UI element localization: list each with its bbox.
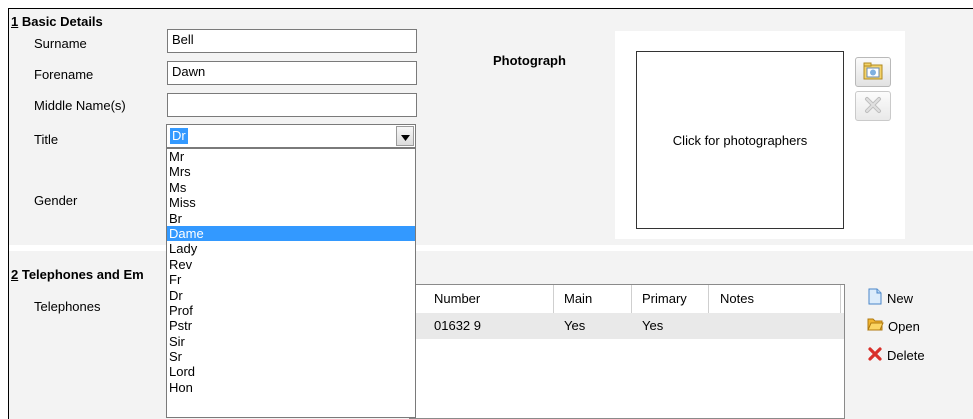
column-header-main[interactable]: Main: [564, 291, 592, 306]
title-label: Title: [34, 132, 59, 147]
photo-placeholder-text: Click for photographers: [672, 132, 808, 148]
new-document-icon: [867, 288, 883, 308]
surname-field[interactable]: Bell: [167, 29, 417, 53]
column-divider: [631, 285, 632, 313]
form-panel: 1 Basic Details Surname Bell Forename Da…: [8, 8, 973, 419]
open-folder-icon: [867, 317, 884, 335]
new-label: New: [887, 290, 914, 306]
middle-name-field[interactable]: [167, 93, 417, 117]
title-option[interactable]: Dame: [167, 225, 415, 242]
title-dropdown-button[interactable]: [396, 126, 414, 146]
title-option[interactable]: Br: [167, 211, 415, 226]
cell-main: Yes: [564, 318, 586, 333]
delete-button[interactable]: Delete: [867, 346, 925, 365]
table-row[interactable]: 01632 9 Yes Yes: [410, 313, 844, 339]
title-option[interactable]: Sr: [167, 349, 415, 364]
delete-x-icon: [867, 346, 883, 365]
load-photo-button[interactable]: [855, 57, 891, 87]
cell-primary: Yes: [642, 318, 664, 333]
new-button[interactable]: New: [867, 288, 913, 308]
gender-label: Gender: [34, 193, 78, 208]
column-divider: [840, 285, 841, 313]
title-option[interactable]: Fr: [167, 272, 415, 287]
section-separator: [9, 245, 973, 251]
title-option[interactable]: Prof: [167, 303, 415, 318]
photo-box[interactable]: Click for photographers: [636, 51, 844, 229]
delete-label: Delete: [887, 348, 925, 363]
section-telephones-title[interactable]: 2 Telephones and Em: [11, 267, 144, 282]
section-basic-details-title[interactable]: 1 Basic Details: [11, 14, 103, 29]
title-select[interactable]: Dr: [166, 124, 416, 148]
title-option[interactable]: Lord: [167, 364, 415, 379]
column-divider: [553, 285, 554, 313]
forename-field[interactable]: Dawn: [167, 61, 417, 85]
chevron-down-icon: [400, 129, 410, 144]
column-divider: [708, 285, 709, 313]
title-option[interactable]: Lady: [167, 241, 415, 256]
title-option[interactable]: Hon: [167, 380, 415, 395]
title-option[interactable]: Sir: [167, 334, 415, 349]
middle-name-label: Middle Name(s): [34, 98, 126, 113]
photograph-label: Photograph: [493, 53, 566, 68]
title-selected-value: Dr: [170, 128, 188, 144]
title-option[interactable]: Dr: [167, 288, 415, 303]
title-dropdown-list[interactable]: Mr Mrs Ms Miss Br Dame Lady Rev Fr Dr Prof Pstr Sir S…: [166, 148, 416, 418]
title-option[interactable]: Pstr: [167, 318, 415, 333]
surname-label: Surname: [34, 36, 87, 51]
clear-photo-button[interactable]: [855, 91, 891, 121]
column-header-primary[interactable]: Primary: [642, 291, 687, 306]
cell-number: 01632 9: [434, 318, 481, 333]
open-button[interactable]: Open: [867, 317, 920, 335]
open-label: Open: [888, 318, 920, 334]
title-option[interactable]: Mrs: [167, 164, 415, 179]
clear-x-icon: [864, 96, 882, 117]
title-option[interactable]: Miss: [167, 195, 415, 210]
telephones-label: Telephones: [34, 299, 101, 314]
column-header-notes[interactable]: Notes: [720, 291, 754, 306]
column-header-number[interactable]: Number: [434, 291, 480, 306]
forename-label: Forename: [34, 67, 94, 82]
folder-photo-icon: [863, 62, 883, 83]
grid-header: Number Main Primary Notes: [410, 285, 844, 314]
telephones-grid[interactable]: Number Main Primary Notes 01632 9 Yes Ye…: [409, 284, 845, 419]
title-option[interactable]: Ms: [167, 180, 415, 195]
title-option[interactable]: Mr: [167, 149, 415, 164]
title-option[interactable]: Rev: [167, 257, 415, 272]
